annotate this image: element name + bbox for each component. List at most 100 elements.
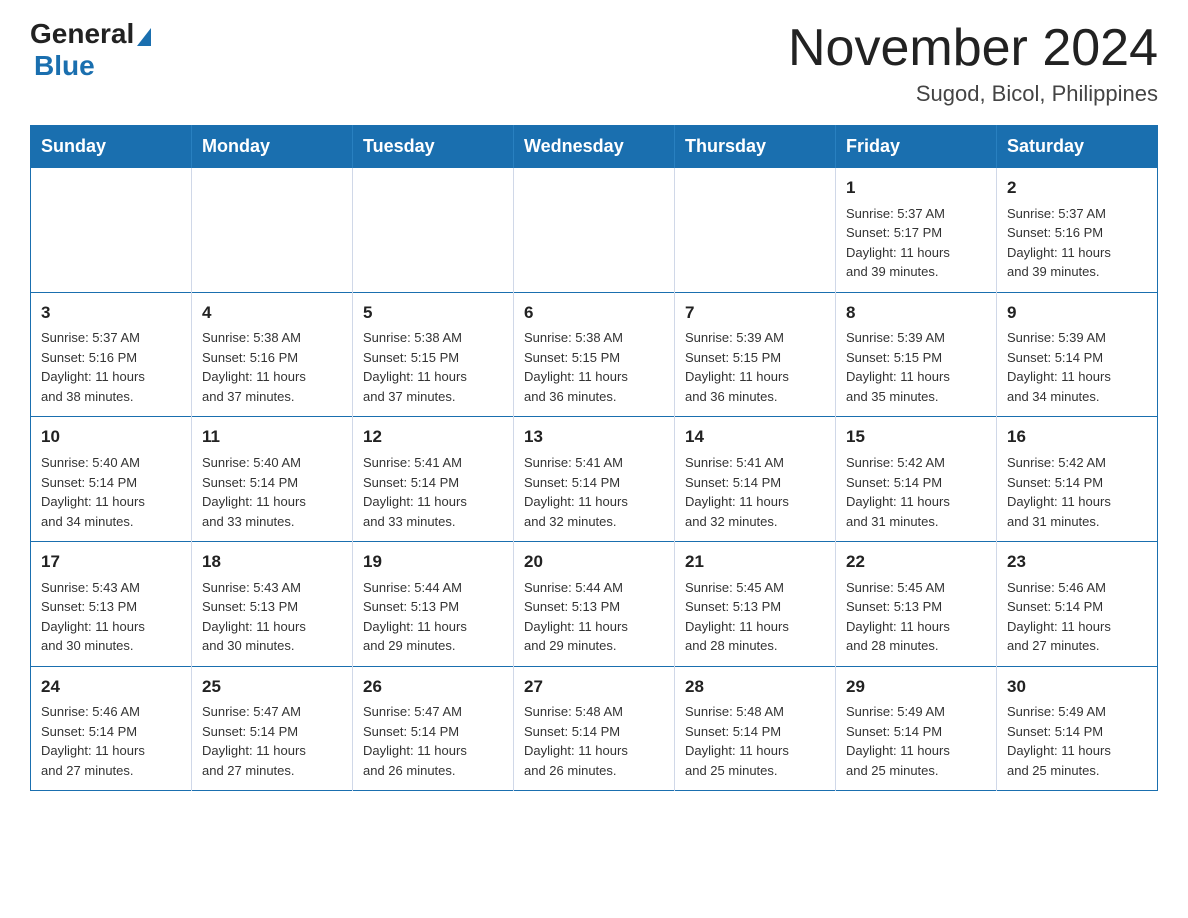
day-number: 25 <box>202 675 342 700</box>
calendar-cell: 7Sunrise: 5:39 AM Sunset: 5:15 PM Daylig… <box>675 292 836 417</box>
logo-text: General <box>30 20 154 48</box>
day-number: 19 <box>363 550 503 575</box>
day-number: 9 <box>1007 301 1147 326</box>
calendar-cell <box>675 168 836 293</box>
header-day-thursday: Thursday <box>675 126 836 168</box>
day-info: Sunrise: 5:38 AM Sunset: 5:16 PM Dayligh… <box>202 328 342 406</box>
day-info: Sunrise: 5:44 AM Sunset: 5:13 PM Dayligh… <box>363 578 503 656</box>
header-day-tuesday: Tuesday <box>353 126 514 168</box>
calendar-cell: 1 Sunrise: 5:37 AM Sunset: 5:17 PM Daylig… <box>836 168 997 293</box>
day-number: 18 <box>202 550 342 575</box>
day-number: 10 <box>41 425 181 450</box>
calendar-cell: 16 Sunrise: 5:42 AM Sunset: 5:14 PM Dayli… <box>997 417 1158 542</box>
calendar-cell: 13 Sunrise: 5:41 AM Sunset: 5:14 PM Dayli… <box>514 417 675 542</box>
day-number: 6 <box>524 301 664 326</box>
calendar-cell: 3Sunrise: 5:37 AM Sunset: 5:16 PM Daylig… <box>31 292 192 417</box>
calendar-week-row: 24Sunrise: 5:46 AM Sunset: 5:14 PM Dayli… <box>31 666 1158 791</box>
calendar-week-row: 3Sunrise: 5:37 AM Sunset: 5:16 PM Daylig… <box>31 292 1158 417</box>
day-info: Sunrise: 5:46 AM Sunset: 5:14 PM Dayligh… <box>1007 578 1147 656</box>
calendar-cell: 30Sunrise: 5:49 AM Sunset: 5:14 PM Dayli… <box>997 666 1158 791</box>
day-number: 12 <box>363 425 503 450</box>
day-info: Sunrise: 5:41 AM Sunset: 5:14 PM Dayligh… <box>363 453 503 531</box>
day-number: 16 <box>1007 425 1147 450</box>
day-info: Sunrise: 5:37 AM Sunset: 5:16 PM Dayligh… <box>1007 204 1147 282</box>
calendar-cell <box>353 168 514 293</box>
calendar-cell <box>192 168 353 293</box>
logo-general: General <box>30 20 134 48</box>
day-info: Sunrise: 5:38 AM Sunset: 5:15 PM Dayligh… <box>524 328 664 406</box>
calendar-week-row: 1 Sunrise: 5:37 AM Sunset: 5:17 PM Daylig… <box>31 168 1158 293</box>
calendar-cell <box>514 168 675 293</box>
day-number: 1 <box>846 176 986 201</box>
day-number: 13 <box>524 425 664 450</box>
calendar-cell: 17 Sunrise: 5:43 AM Sunset: 5:13 PM Dayli… <box>31 542 192 667</box>
logo: General Blue <box>30 20 154 82</box>
day-info: Sunrise: 5:40 AM Sunset: 5:14 PM Dayligh… <box>41 453 181 531</box>
day-number: 21 <box>685 550 825 575</box>
logo-triangle-icon <box>137 28 151 46</box>
calendar-cell: 24Sunrise: 5:46 AM Sunset: 5:14 PM Dayli… <box>31 666 192 791</box>
calendar-cell: 15 Sunrise: 5:42 AM Sunset: 5:14 PM Dayli… <box>836 417 997 542</box>
calendar-cell: 18 Sunrise: 5:43 AM Sunset: 5:13 PM Dayli… <box>192 542 353 667</box>
day-number: 23 <box>1007 550 1147 575</box>
day-number: 5 <box>363 301 503 326</box>
day-info: Sunrise: 5:46 AM Sunset: 5:14 PM Dayligh… <box>41 702 181 780</box>
day-info: Sunrise: 5:48 AM Sunset: 5:14 PM Dayligh… <box>685 702 825 780</box>
calendar-cell: 12 Sunrise: 5:41 AM Sunset: 5:14 PM Dayli… <box>353 417 514 542</box>
day-info: Sunrise: 5:47 AM Sunset: 5:14 PM Dayligh… <box>202 702 342 780</box>
day-number: 26 <box>363 675 503 700</box>
calendar-cell: 5Sunrise: 5:38 AM Sunset: 5:15 PM Daylig… <box>353 292 514 417</box>
day-info: Sunrise: 5:43 AM Sunset: 5:13 PM Dayligh… <box>41 578 181 656</box>
day-number: 8 <box>846 301 986 326</box>
calendar-body: 1 Sunrise: 5:37 AM Sunset: 5:17 PM Daylig… <box>31 168 1158 791</box>
calendar-cell: 2 Sunrise: 5:37 AM Sunset: 5:16 PM Daylig… <box>997 168 1158 293</box>
day-number: 17 <box>41 550 181 575</box>
day-number: 27 <box>524 675 664 700</box>
calendar-week-row: 17 Sunrise: 5:43 AM Sunset: 5:13 PM Dayli… <box>31 542 1158 667</box>
day-info: Sunrise: 5:38 AM Sunset: 5:15 PM Dayligh… <box>363 328 503 406</box>
day-number: 20 <box>524 550 664 575</box>
calendar-cell: 26Sunrise: 5:47 AM Sunset: 5:14 PM Dayli… <box>353 666 514 791</box>
day-number: 7 <box>685 301 825 326</box>
calendar-cell: 22Sunrise: 5:45 AM Sunset: 5:13 PM Dayli… <box>836 542 997 667</box>
day-info: Sunrise: 5:42 AM Sunset: 5:14 PM Dayligh… <box>846 453 986 531</box>
day-info: Sunrise: 5:45 AM Sunset: 5:13 PM Dayligh… <box>685 578 825 656</box>
calendar-cell: 9Sunrise: 5:39 AM Sunset: 5:14 PM Daylig… <box>997 292 1158 417</box>
header-day-monday: Monday <box>192 126 353 168</box>
calendar-cell <box>31 168 192 293</box>
calendar-cell: 25Sunrise: 5:47 AM Sunset: 5:14 PM Dayli… <box>192 666 353 791</box>
day-info: Sunrise: 5:45 AM Sunset: 5:13 PM Dayligh… <box>846 578 986 656</box>
calendar-cell: 29Sunrise: 5:49 AM Sunset: 5:14 PM Dayli… <box>836 666 997 791</box>
day-number: 29 <box>846 675 986 700</box>
logo-blue: Blue <box>34 50 95 81</box>
day-number: 11 <box>202 425 342 450</box>
calendar-header: SundayMondayTuesdayWednesdayThursdayFrid… <box>31 126 1158 168</box>
calendar-cell: 28Sunrise: 5:48 AM Sunset: 5:14 PM Dayli… <box>675 666 836 791</box>
day-info: Sunrise: 5:40 AM Sunset: 5:14 PM Dayligh… <box>202 453 342 531</box>
month-title: November 2024 <box>788 20 1158 77</box>
day-info: Sunrise: 5:49 AM Sunset: 5:14 PM Dayligh… <box>1007 702 1147 780</box>
day-number: 15 <box>846 425 986 450</box>
day-info: Sunrise: 5:39 AM Sunset: 5:15 PM Dayligh… <box>846 328 986 406</box>
day-info: Sunrise: 5:39 AM Sunset: 5:15 PM Dayligh… <box>685 328 825 406</box>
day-number: 24 <box>41 675 181 700</box>
header-day-saturday: Saturday <box>997 126 1158 168</box>
calendar-cell: 14 Sunrise: 5:41 AM Sunset: 5:14 PM Dayli… <box>675 417 836 542</box>
day-number: 14 <box>685 425 825 450</box>
calendar-cell: 19 Sunrise: 5:44 AM Sunset: 5:13 PM Dayli… <box>353 542 514 667</box>
day-info: Sunrise: 5:41 AM Sunset: 5:14 PM Dayligh… <box>685 453 825 531</box>
day-number: 2 <box>1007 176 1147 201</box>
calendar-table: SundayMondayTuesdayWednesdayThursdayFrid… <box>30 125 1158 791</box>
calendar-week-row: 10 Sunrise: 5:40 AM Sunset: 5:14 PM Dayli… <box>31 417 1158 542</box>
day-info: Sunrise: 5:41 AM Sunset: 5:14 PM Dayligh… <box>524 453 664 531</box>
day-info: Sunrise: 5:43 AM Sunset: 5:13 PM Dayligh… <box>202 578 342 656</box>
header-day-sunday: Sunday <box>31 126 192 168</box>
day-info: Sunrise: 5:39 AM Sunset: 5:14 PM Dayligh… <box>1007 328 1147 406</box>
calendar-header-row: SundayMondayTuesdayWednesdayThursdayFrid… <box>31 126 1158 168</box>
day-info: Sunrise: 5:37 AM Sunset: 5:17 PM Dayligh… <box>846 204 986 282</box>
day-number: 28 <box>685 675 825 700</box>
day-info: Sunrise: 5:42 AM Sunset: 5:14 PM Dayligh… <box>1007 453 1147 531</box>
day-number: 4 <box>202 301 342 326</box>
calendar-cell: 21 Sunrise: 5:45 AM Sunset: 5:13 PM Dayli… <box>675 542 836 667</box>
title-area: November 2024 Sugod, Bicol, Philippines <box>788 20 1158 107</box>
